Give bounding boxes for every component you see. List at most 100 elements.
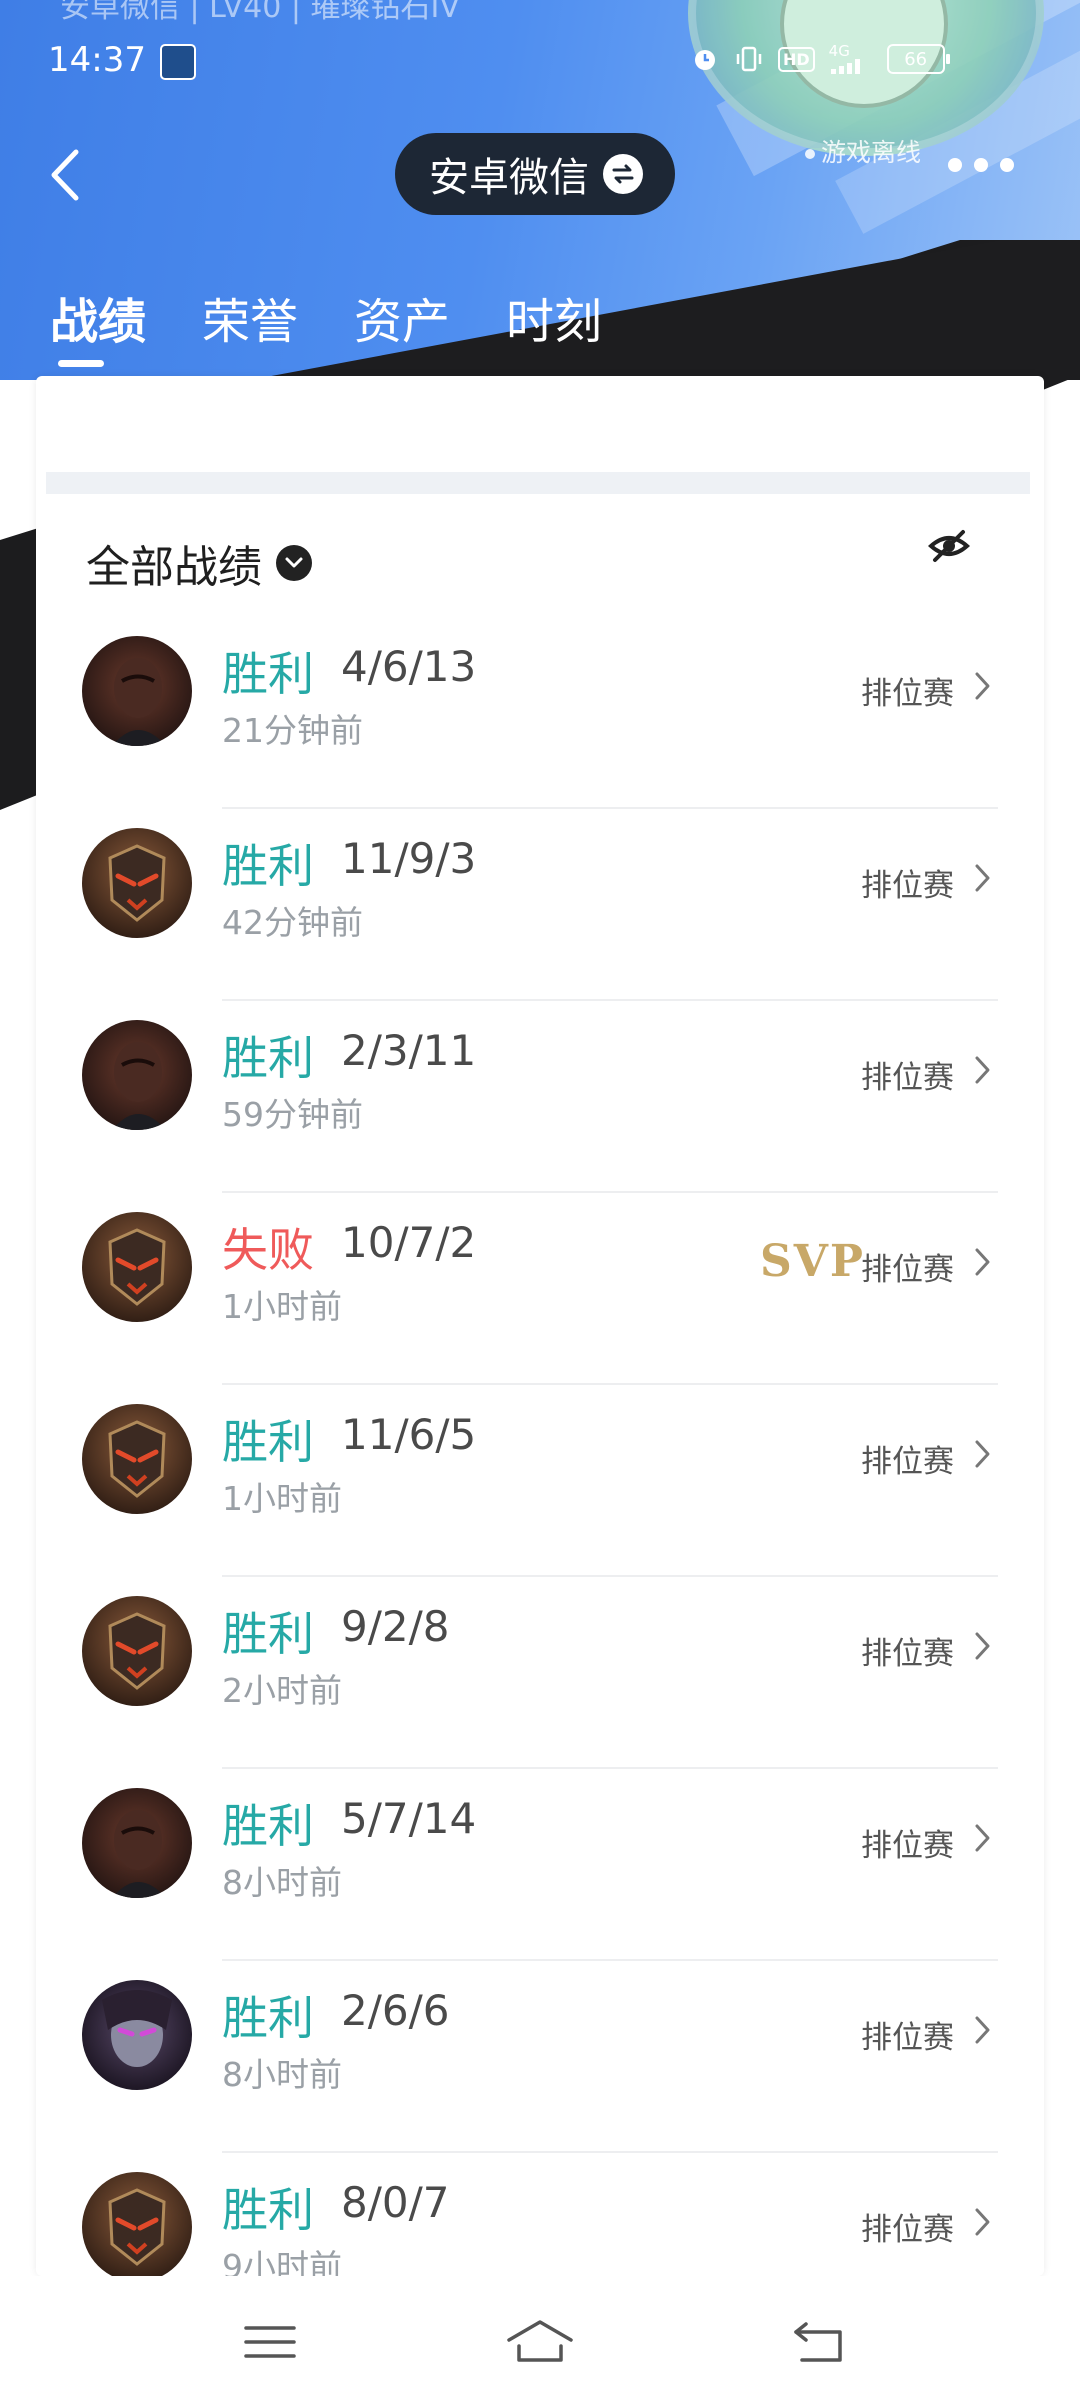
hd-badge: HD: [778, 46, 815, 72]
record-row[interactable]: 胜利 2/6/6 8小时前 排位赛: [36, 1960, 1044, 2153]
back-button[interactable]: [40, 140, 100, 210]
game-status-label: 游戏离线: [821, 138, 922, 167]
app-notification-icon: [160, 44, 196, 80]
match-mode: 排位赛: [861, 1060, 954, 1096]
tab-moments[interactable]: 时刻: [506, 282, 602, 352]
more-dot: [1000, 158, 1014, 172]
account-switch-button[interactable]: 安卓微信: [395, 133, 675, 215]
more-dot: [974, 158, 988, 172]
record-row[interactable]: 失败 10/7/2 1小时前 SVP 排位赛: [36, 1192, 1044, 1385]
section-divider: [46, 472, 1030, 494]
svp-badge: SVP: [760, 1236, 865, 1287]
hero-avatar: [82, 1212, 192, 1322]
chevron-right-icon: [972, 1050, 994, 1090]
match-time: 8小时前: [222, 1863, 342, 1902]
tab-label: 时刻: [506, 294, 603, 350]
chevron-right-icon: [972, 1818, 994, 1858]
home-icon[interactable]: [505, 2316, 573, 2368]
network-label: 4G: [828, 42, 850, 60]
tab-label: 战绩: [50, 294, 147, 350]
record-row[interactable]: 胜利 4/6/13 21分钟前 排位赛: [36, 616, 1044, 809]
chevron-right-icon: [972, 2010, 994, 2050]
status-time: 14:37: [48, 40, 146, 80]
match-result: 失败: [222, 1223, 314, 1277]
match-kda: 9/2/8: [341, 1602, 450, 1651]
active-tab-indicator: [58, 360, 104, 367]
vibrate-icon: [734, 44, 764, 74]
match-kda: 5/7/14: [341, 1794, 477, 1843]
tab-records[interactable]: 战绩: [50, 282, 147, 367]
hero-avatar: [82, 828, 192, 938]
game-status: 游戏离线: [805, 133, 921, 169]
match-kda: 2/3/11: [341, 1026, 477, 1075]
match-kda: 11/6/5: [341, 1410, 477, 1459]
account-label: 安卓微信: [429, 155, 589, 201]
hero-avatar: [82, 1404, 192, 1514]
match-kda: 4/6/13: [341, 642, 477, 691]
records-list: 胜利 4/6/13 21分钟前 排位赛 胜利 11/9/3 42分钟前 排位赛 胜利 2/3/11…: [36, 616, 1044, 2344]
chevron-right-icon: [972, 1434, 994, 1474]
match-result: 胜利: [222, 1799, 314, 1853]
chevron-left-icon: [51, 149, 79, 201]
records-filter[interactable]: 全部战绩: [86, 531, 312, 595]
match-result: 胜利: [222, 647, 314, 701]
match-result: 胜利: [222, 1031, 314, 1085]
hide-eye-icon[interactable]: [926, 526, 972, 566]
battery-indicator: 66: [886, 44, 950, 74]
match-kda: 11/9/3: [341, 834, 477, 883]
match-time: 1小时前: [222, 1287, 342, 1326]
match-time: 8小时前: [222, 2055, 342, 2094]
record-row[interactable]: 胜利 11/6/5 1小时前 排位赛: [36, 1384, 1044, 1577]
match-time: 42分钟前: [222, 903, 363, 942]
match-result: 胜利: [222, 839, 314, 893]
section-title: 全部战绩: [86, 542, 262, 593]
chevron-right-icon: [972, 858, 994, 898]
records-card: 全部战绩 胜利 4/6/13 21分钟前 排位赛 胜利 11/9/3 42分钟前 排位赛 胜利 2…: [36, 376, 1044, 2286]
tab-label: 荣誉: [202, 294, 299, 350]
record-row[interactable]: 胜利 5/7/14 8小时前 排位赛: [36, 1768, 1044, 1961]
record-row[interactable]: 胜利 2/3/11 59分钟前 排位赛: [36, 1000, 1044, 1193]
match-time: 2小时前: [222, 1671, 342, 1710]
profile-tabs: 战绩 荣誉 资产 时刻: [50, 282, 602, 367]
record-row[interactable]: 胜利 9/2/8 2小时前 排位赛: [36, 1576, 1044, 1769]
match-mode: 排位赛: [861, 1252, 954, 1288]
match-result: 胜利: [222, 1991, 314, 2045]
match-time: 59分钟前: [222, 1095, 363, 1134]
match-mode: 排位赛: [861, 2020, 954, 2056]
match-mode: 排位赛: [861, 2212, 954, 2248]
hero-avatar: [82, 1596, 192, 1706]
switch-icon: [603, 154, 643, 194]
chevron-right-icon: [972, 666, 994, 706]
more-dot: [948, 158, 962, 172]
chevron-down-icon: [276, 545, 312, 581]
signal-icon: 4G: [829, 44, 873, 74]
back-nav-icon[interactable]: [790, 2316, 850, 2368]
record-row[interactable]: 胜利 11/9/3 42分钟前 排位赛: [36, 808, 1044, 1001]
alarm-icon: [690, 44, 720, 74]
chevron-right-icon: [972, 1242, 994, 1282]
tab-honors[interactable]: 荣誉: [202, 282, 298, 352]
chevron-right-icon: [972, 2202, 994, 2242]
status-dot: [805, 149, 815, 159]
match-result: 胜利: [222, 1415, 314, 1469]
match-result: 胜利: [222, 1607, 314, 1661]
status-icons: HD 4G 66: [690, 44, 950, 74]
match-mode: 排位赛: [861, 1636, 954, 1672]
match-time: 1小时前: [222, 1479, 342, 1518]
more-options-button[interactable]: [948, 158, 1014, 172]
match-mode: 排位赛: [861, 1828, 954, 1864]
match-mode: 排位赛: [861, 1444, 954, 1480]
match-time: 21分钟前: [222, 711, 363, 750]
hero-avatar: [82, 1788, 192, 1898]
tab-label: 资产: [354, 294, 451, 350]
match-mode: 排位赛: [861, 868, 954, 904]
hero-avatar: [82, 1980, 192, 2090]
match-result: 胜利: [222, 2183, 314, 2237]
match-kda: 10/7/2: [341, 1218, 477, 1267]
system-navigation-bar: [0, 2276, 1080, 2408]
hero-avatar: [82, 1020, 192, 1130]
match-mode: 排位赛: [861, 676, 954, 712]
chevron-right-icon: [972, 1626, 994, 1666]
menu-icon[interactable]: [240, 2316, 300, 2368]
tab-assets[interactable]: 资产: [354, 282, 450, 352]
